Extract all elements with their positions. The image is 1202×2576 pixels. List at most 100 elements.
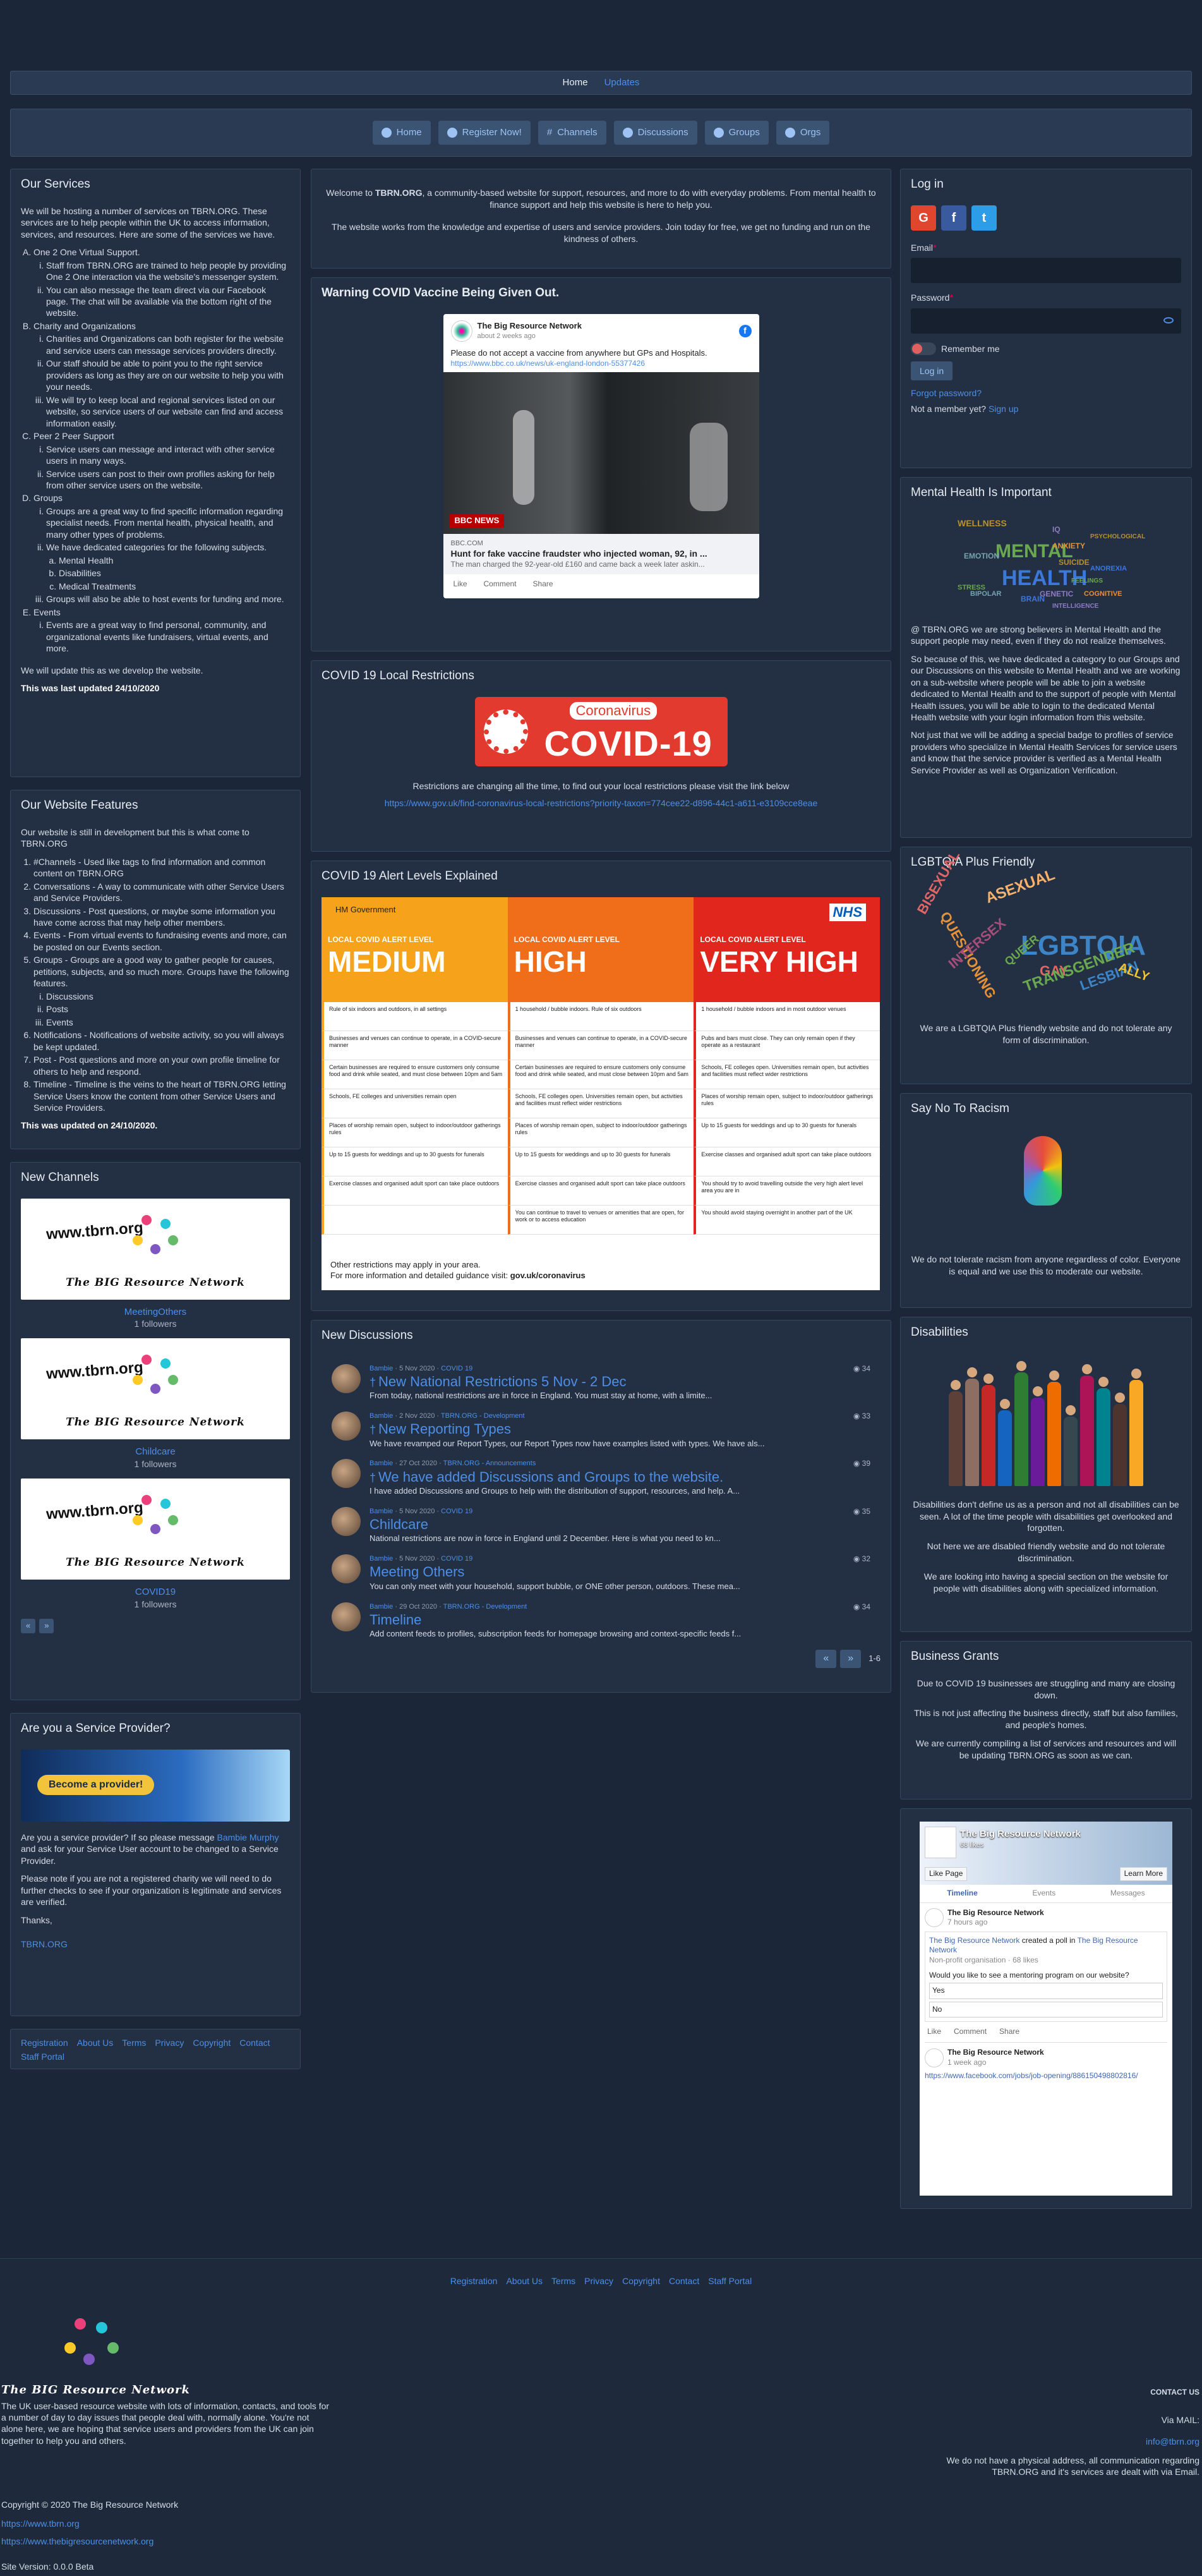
discussion-item[interactable]: Bambie · 29 Oct 2020 · TBRN.ORG - Develo… <box>332 1602 870 1640</box>
channel-name[interactable]: Childcare <box>21 1446 290 1458</box>
discussion-author[interactable]: Bambie <box>370 1412 393 1420</box>
nav-home[interactable]: Home <box>372 121 431 145</box>
channel-card[interactable]: www.tbrn.org The BIG Resource Network <box>21 1198 290 1300</box>
link-staff-portal[interactable]: Staff Portal <box>21 2051 64 2062</box>
discussion-title[interactable]: Timeline <box>370 1612 421 1628</box>
nav-orgs[interactable]: Orgs <box>776 121 830 145</box>
discussion-item[interactable]: Bambie · 2 Nov 2020 · TBRN.ORG - Develop… <box>332 1412 870 1449</box>
provider-banner[interactable]: Become a provider! <box>21 1749 290 1822</box>
comment-button[interactable]: Comment <box>484 579 517 590</box>
twitter-login-button[interactable]: t <box>971 205 997 231</box>
link-about[interactable]: About Us <box>77 2037 114 2048</box>
fb-tab-events[interactable]: Events <box>1033 1889 1056 1899</box>
google-login-button[interactable]: G <box>911 205 936 231</box>
nav-channels[interactable]: # Channels <box>538 121 606 145</box>
link-privacy[interactable]: Privacy <box>155 2037 184 2048</box>
discussion-item[interactable]: Bambie · 5 Nov 2020 · COVID 19 Childcare N… <box>332 1506 870 1544</box>
nav-discussions[interactable]: Discussions <box>613 121 697 145</box>
breadcrumb-home[interactable]: Home <box>563 76 588 89</box>
email-field[interactable] <box>911 258 1181 284</box>
link-registration[interactable]: Registration <box>21 2037 68 2048</box>
fb-page-widget[interactable]: The Big Resource Network 68 likes Like P… <box>920 1822 1172 2196</box>
discussion-channel[interactable]: TBRN.ORG - Announcements <box>443 1460 536 1467</box>
footer-url-1[interactable]: https://www.tbrn.org <box>1 2518 80 2529</box>
fb-poll-option[interactable]: Yes <box>929 1983 1163 1999</box>
share-button[interactable]: Share <box>533 579 553 590</box>
fb-poll-option[interactable]: No <box>929 2001 1163 2018</box>
channel-name[interactable]: MeetingOthers <box>21 1306 290 1319</box>
discussion-title[interactable]: New National Restrictions 5 Nov - 2 Dec <box>378 1374 626 1389</box>
contact-email[interactable]: info@tbrn.org <box>1146 2436 1199 2447</box>
link-copyright[interactable]: Copyright <box>193 2037 231 2048</box>
link-terms[interactable]: Terms <box>122 2037 146 2048</box>
nav-groups[interactable]: Groups <box>704 121 769 145</box>
discussion-channel[interactable]: TBRN.ORG - Development <box>443 1603 527 1611</box>
channel-card[interactable]: www.tbrn.org The BIG Resource Network <box>21 1478 290 1580</box>
post-link[interactable]: https://www.bbc.co.uk/news/uk-england-lo… <box>451 359 752 369</box>
footer-link-contact[interactable]: Contact <box>669 2275 699 2287</box>
facebook-login-button[interactable]: f <box>941 205 966 231</box>
footer-link-about[interactable]: About Us <box>506 2275 543 2287</box>
discussion-item[interactable]: Bambie · 27 Oct 2020 · TBRN.ORG - Announ… <box>332 1459 870 1496</box>
provider-sign[interactable]: TBRN.ORG <box>21 1938 290 1950</box>
footer-link-registration[interactable]: Registration <box>450 2275 498 2287</box>
discussion-title[interactable]: We have added Discussions and Groups to … <box>378 1469 723 1485</box>
author-avatar[interactable] <box>332 1412 361 1441</box>
fb-learn-more-button[interactable]: Learn More <box>1119 1867 1167 1881</box>
login-button[interactable]: Log in <box>911 361 953 380</box>
breadcrumb-updates[interactable]: Updates <box>604 76 640 89</box>
fb-poll-author[interactable]: The Big Resource Network <box>929 1936 1019 1945</box>
footer-link-terms[interactable]: Terms <box>551 2275 575 2287</box>
footer-link-staff-portal[interactable]: Staff Portal <box>708 2275 752 2287</box>
remember-toggle[interactable] <box>911 342 936 355</box>
next-page-button[interactable]: » <box>840 1649 862 1668</box>
discussion-author[interactable]: Bambie <box>370 1365 393 1372</box>
facebook-post[interactable]: The Big Resource Network about 2 weeks ag… <box>443 313 759 598</box>
author-avatar[interactable] <box>332 1602 361 1631</box>
fb-like-page-button[interactable]: Like Page <box>925 1867 968 1881</box>
discussion-author[interactable]: Bambie <box>370 1603 393 1611</box>
discussion-author[interactable]: Bambie <box>370 1555 393 1563</box>
discussion-item[interactable]: Bambie · 5 Nov 2020 · COVID 19 † New Natio… <box>332 1364 870 1401</box>
signup-link[interactable]: Sign up <box>989 404 1018 414</box>
discussion-title[interactable]: Meeting Others <box>370 1564 464 1580</box>
eye-icon[interactable] <box>1163 317 1174 324</box>
prev-page-button[interactable]: « <box>815 1649 837 1668</box>
link-contact[interactable]: Contact <box>239 2037 270 2048</box>
fb-tab-timeline[interactable]: Timeline <box>947 1889 977 1899</box>
gov-link[interactable]: gov.uk/coronavirus <box>510 1271 586 1280</box>
footer-link-copyright[interactable]: Copyright <box>622 2275 660 2287</box>
discussion-item[interactable]: Bambie · 5 Nov 2020 · COVID 19 Meeting Ot… <box>332 1554 870 1592</box>
author-avatar[interactable] <box>332 1459 361 1489</box>
author-avatar[interactable] <box>332 1554 361 1584</box>
discussion-channel[interactable]: COVID 19 <box>441 1555 472 1563</box>
discussion-channel[interactable]: TBRN.ORG - Development <box>441 1412 525 1420</box>
footer-link-privacy[interactable]: Privacy <box>584 2275 613 2287</box>
fb-page-name[interactable]: The Big Resource Network <box>960 1828 1081 1841</box>
author-avatar[interactable] <box>332 1506 361 1536</box>
fb-like-button[interactable]: Like <box>927 2027 941 2037</box>
discussion-title[interactable]: Childcare <box>370 1516 428 1532</box>
channel-card[interactable]: www.tbrn.org The BIG Resource Network <box>21 1338 290 1440</box>
nav-register[interactable]: Register Now! <box>438 121 531 145</box>
discussion-title[interactable]: New Reporting Types <box>378 1421 511 1437</box>
discussion-channel[interactable]: COVID 19 <box>441 1365 472 1372</box>
prev-page-button[interactable]: « <box>21 1618 36 1633</box>
fb-tab-messages[interactable]: Messages <box>1110 1889 1145 1899</box>
author-avatar[interactable] <box>332 1364 361 1393</box>
bambie-link[interactable]: Bambie Murphy <box>217 1832 279 1842</box>
like-button[interactable]: Like <box>454 579 467 590</box>
local-link[interactable]: https://www.gov.uk/find-coronavirus-loca… <box>322 797 880 809</box>
discussion-channel[interactable]: COVID 19 <box>441 1508 472 1515</box>
fb-share-button[interactable]: Share <box>999 2027 1019 2037</box>
channel-name[interactable]: COVID19 <box>21 1586 290 1599</box>
discussion-author[interactable]: Bambie <box>370 1508 393 1515</box>
next-page-button[interactable]: » <box>39 1618 54 1633</box>
forgot-password-link[interactable]: Forgot password? <box>911 387 1181 399</box>
password-field[interactable] <box>911 308 1181 334</box>
fb-comment-button[interactable]: Comment <box>954 2027 987 2037</box>
discussion-author[interactable]: Bambie <box>370 1460 393 1467</box>
fb-job-link[interactable]: https://www.facebook.com/jobs/job-openin… <box>925 2071 1167 2081</box>
news-headline[interactable]: Hunt for fake vaccine fraudster who inje… <box>451 548 752 559</box>
footer-url-2[interactable]: https://www.thebigresourcenetwork.org <box>1 2536 153 2547</box>
